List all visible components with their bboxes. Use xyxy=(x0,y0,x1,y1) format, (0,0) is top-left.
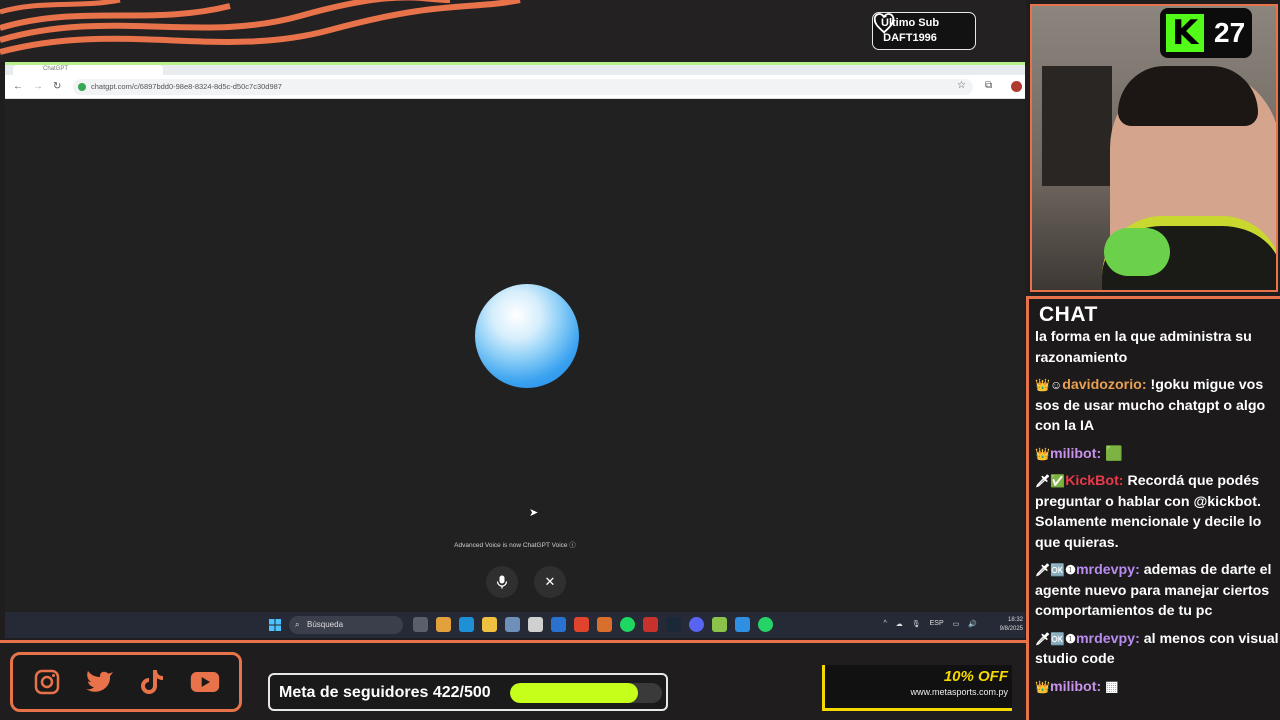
viewer-count: 27 xyxy=(1214,17,1246,48)
whatsapp-icon[interactable] xyxy=(758,617,773,632)
chat-title: CHAT xyxy=(1039,303,1098,326)
outlook-icon[interactable] xyxy=(551,617,566,632)
chat-message: 👑☺davidozorio: !goku migue vos sos de us… xyxy=(1035,377,1266,434)
end-voice-button[interactable]: ✕ xyxy=(534,566,566,598)
tray-mic-icon[interactable]: 🎙 xyxy=(912,620,921,628)
chat-username[interactable]: milibot xyxy=(1050,679,1097,695)
sponsor-site: www.metasports.com.py xyxy=(910,687,1008,697)
taskbar-search-placeholder: Búsqueda xyxy=(307,620,344,629)
microphone-icon xyxy=(496,575,508,589)
profile-avatar[interactable] xyxy=(1011,81,1022,92)
youtube-icon xyxy=(190,667,220,697)
address-bar[interactable]: chatgpt.com/c/6897bdd0-98e8-8324-8d5c-d5… xyxy=(73,79,973,95)
follower-goal: Meta de seguidores 422/500 xyxy=(268,673,668,711)
copilot-icon[interactable] xyxy=(436,617,451,632)
voice-note: Advanced Voice is now ChatGPT Voice ⓘ xyxy=(454,542,576,549)
store-icon[interactable] xyxy=(528,617,543,632)
taskbar-apps xyxy=(413,617,773,632)
file-explorer-icon[interactable] xyxy=(482,617,497,632)
back-icon[interactable]: ← xyxy=(13,81,23,92)
chat-username[interactable]: davidozorio xyxy=(1062,377,1142,393)
chat-message: 🗡🆗❶mrdevpy: al menos con visual studio c… xyxy=(1035,630,1279,668)
obs-icon[interactable] xyxy=(643,617,658,632)
network-icon[interactable]: ▭ xyxy=(953,620,960,628)
chat-badges: 🗡🆗❶ xyxy=(1035,563,1076,577)
spotify-icon[interactable] xyxy=(620,617,635,632)
bottom-bar: Meta de seguidores 422/500 10% OFF www.m… xyxy=(0,640,1026,720)
chat-badges: 👑 xyxy=(1035,679,1050,694)
chat-message: 👑milibot: ▦ xyxy=(1035,678,1119,695)
browser-tab[interactable]: ChatGPT xyxy=(13,65,163,75)
social-links xyxy=(10,652,242,712)
windows-start-icon[interactable] xyxy=(269,619,281,631)
close-icon: ✕ xyxy=(544,574,556,589)
chat-badges: 👑 xyxy=(1035,446,1050,461)
follower-goal-fill xyxy=(510,683,639,703)
language-indicator[interactable]: ESP xyxy=(930,620,944,628)
follower-goal-track xyxy=(510,683,662,703)
windows-taskbar: ⌕ Búsqueda ^ ☁ 🎙 ESP ▭ 🔊 18:32 9/8/2025 xyxy=(5,612,1025,638)
tiktok-icon xyxy=(137,667,167,697)
chat-message: 👑milibot: 🟩 xyxy=(1035,445,1123,462)
tray-chevron-icon[interactable]: ^ xyxy=(883,620,886,628)
chat-message-partial: la forma en la que administra su razonam… xyxy=(1035,327,1279,368)
chat-message-text: la forma en la que administra su razonam… xyxy=(1035,329,1252,366)
app-icon[interactable] xyxy=(712,617,727,632)
chat-message-list: la forma en la que administra su razonam… xyxy=(1035,327,1279,704)
browser-tabstrip: ChatGPT xyxy=(5,65,1025,75)
chat-panel: CHAT la forma en la que administra su ra… xyxy=(1026,296,1280,720)
kick-viewer-badge: K 27 xyxy=(1160,8,1252,58)
heart-icon xyxy=(873,13,895,34)
last-sub-box: Último Sub DAFT1996 xyxy=(872,12,976,50)
taskbar-clock[interactable]: 18:32 9/8/2025 xyxy=(1000,616,1023,634)
chat-badges: 🗡🆗❶ xyxy=(1035,631,1076,646)
chat-badges: 🗡✅ xyxy=(1035,474,1066,488)
kick-logo-icon: K xyxy=(1166,13,1204,53)
discord-icon[interactable] xyxy=(689,617,704,632)
forward-icon[interactable]: → xyxy=(33,81,43,92)
chat-username[interactable]: mrdevpy xyxy=(1076,562,1135,578)
url-text: chatgpt.com/c/6897bdd0-98e8-8324-8d5c-d5… xyxy=(91,82,282,91)
bookmark-star-icon[interactable]: ☆ xyxy=(957,80,966,91)
screen-capture: ChatGPT ← → ↻ chatgpt.com/c/6897bdd0-98e… xyxy=(5,62,1025,638)
chat-username[interactable]: milibot xyxy=(1050,446,1097,462)
cloud-icon[interactable]: ☁ xyxy=(896,620,903,628)
search-icon: ⌕ xyxy=(295,620,300,629)
top-decoration: Último Sub DAFT1996 xyxy=(0,0,1026,62)
clock-date: 9/8/2025 xyxy=(999,626,1023,632)
reload-icon[interactable]: ↻ xyxy=(53,81,61,92)
mouse-cursor-icon: ➤ xyxy=(529,507,539,519)
chrome-icon[interactable] xyxy=(574,617,589,632)
steam-icon[interactable] xyxy=(666,617,681,632)
calculator-icon[interactable] xyxy=(505,617,520,632)
vscode-icon[interactable] xyxy=(735,617,750,632)
volume-icon[interactable]: 🔊 xyxy=(968,620,977,628)
taskbar-search[interactable]: ⌕ Búsqueda xyxy=(289,616,403,634)
system-tray: ^ ☁ 🎙 ESP ▭ 🔊 xyxy=(883,620,977,628)
chrome-alt-icon[interactable] xyxy=(597,617,612,632)
sponsor-banner: 10% OFF www.metasports.com.py xyxy=(822,665,1012,711)
microphone-foam xyxy=(1104,228,1170,276)
site-info-icon[interactable] xyxy=(78,83,86,91)
stream-overlay: Último Sub DAFT1996 ChatGPT ← → ↻ chatgp… xyxy=(0,0,1280,720)
clock-time: 18:32 xyxy=(1007,617,1023,623)
twitter-icon xyxy=(85,667,115,697)
mic-button[interactable] xyxy=(486,566,518,598)
chat-message-text: 🟩 xyxy=(1105,445,1123,462)
voice-orb xyxy=(475,284,579,388)
sponsor-offer: 10% OFF xyxy=(943,668,1008,685)
task-view-icon[interactable] xyxy=(413,617,428,632)
chat-badges: 👑☺ xyxy=(1035,378,1063,392)
follower-goal-label: Meta de seguidores 422/500 xyxy=(279,684,491,701)
instagram-icon xyxy=(32,667,62,697)
chat-message: 🗡✅KickBot: Recordá que podés preguntar o… xyxy=(1035,473,1262,551)
chat-username[interactable]: KickBot xyxy=(1065,473,1119,489)
chat-username[interactable]: mrdevpy xyxy=(1076,631,1135,647)
chat-message-text: ▦ xyxy=(1105,678,1119,695)
chat-message: 🗡🆗❶mrdevpy: ademas de darte el agente nu… xyxy=(1035,562,1272,619)
browser-toolbar: ← → ↻ chatgpt.com/c/6897bdd0-98e8-8324-8… xyxy=(5,75,1025,99)
extensions-icon[interactable]: ⧉ xyxy=(985,80,992,91)
edge-icon[interactable] xyxy=(459,617,474,632)
